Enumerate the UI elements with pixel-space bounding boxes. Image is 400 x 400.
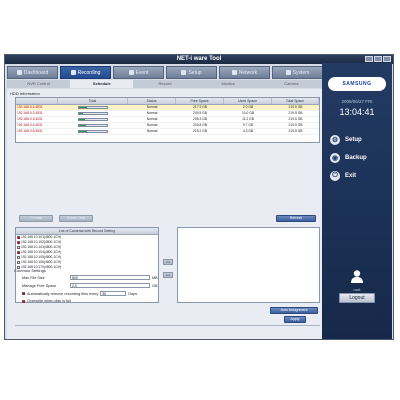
- hdd-used-cell: 9.7 GB: [242, 123, 254, 127]
- window-title: NET-i ware Tool: [5, 55, 393, 64]
- tab-system[interactable]: System: [272, 66, 323, 79]
- auto-assignment-button[interactable]: Auto Assignment: [270, 307, 318, 314]
- network-icon: [231, 70, 237, 75]
- hdd-used-cell: 10.0 GB: [241, 111, 255, 115]
- camera-checkbox[interactable]: [17, 266, 20, 269]
- hdd-total-cell: 219.5 GB: [288, 105, 303, 109]
- main-tabs: Dashboard Recording Event Setup Network …: [7, 66, 323, 79]
- subtab-schedule[interactable]: Schedule: [70, 80, 134, 88]
- camera-checkbox[interactable]: [17, 246, 20, 249]
- hdd-name-cell: 192.168.0.5:4531: [17, 129, 43, 133]
- tab-recording[interactable]: Recording: [60, 66, 111, 79]
- hdd-used-cell: 11.2 GB: [242, 117, 254, 121]
- system-icon: [285, 70, 291, 75]
- hdd-free-cell: 209.5 GB: [193, 111, 207, 115]
- hdd-status-cell: Normal: [146, 105, 158, 109]
- format-button[interactable]: Format: [19, 215, 53, 222]
- table-row[interactable]: 192.168.0.5:4531 Normal 215.2 GB 4.3 GB 219.…: [16, 129, 319, 135]
- assigned-camera-list[interactable]: [177, 227, 320, 303]
- hdd-name-cell: 192.168.0.1:4531: [17, 105, 43, 109]
- hdd-usage-cell: [58, 111, 128, 116]
- camera-checkbox[interactable]: [17, 251, 20, 254]
- hdd-status-cell: Normal: [146, 111, 158, 115]
- subtab-record[interactable]: Record: [133, 80, 196, 88]
- hdd-free-cell: 209.8 GB: [193, 123, 207, 127]
- minimize-button[interactable]: [365, 56, 373, 62]
- camera-checkbox[interactable]: [17, 241, 20, 244]
- add-camera-button[interactable]: >>: [163, 259, 173, 265]
- hdd-table-header: Total Status Free Space Used Space Total…: [16, 98, 319, 105]
- remove-camera-button[interactable]: <<: [163, 272, 173, 278]
- hdd-name-cell: 192.168.0.2:4531: [17, 111, 43, 115]
- main-window: NET-i ware Tool Dashboard Recording Even…: [4, 54, 394, 340]
- hdd-status-cell: Normal: [146, 117, 158, 121]
- hdd-usage-cell: [58, 123, 128, 128]
- tab-network[interactable]: Network: [219, 66, 270, 79]
- camera-checkbox[interactable]: [17, 261, 20, 264]
- hdd-status-cell: Normal: [146, 129, 158, 133]
- hdd-total-cell: 219.5 GB: [288, 129, 303, 133]
- hdd-usage-bar: [78, 117, 108, 121]
- subtab-monitor[interactable]: Monitor: [197, 80, 260, 88]
- hdd-total-cell: 219.5 GB: [288, 123, 303, 127]
- camera-list[interactable]: List of Cameras with Record Setting 192.…: [15, 227, 159, 303]
- subtab-camera[interactable]: Camera: [260, 80, 323, 88]
- list-item[interactable]: 192.168.10.170(4800-1CH): [16, 265, 158, 270]
- hdd-table: Total Status Free Space Used Space Total…: [15, 97, 320, 143]
- maximize-button[interactable]: [374, 56, 382, 62]
- hdd-usage-bar: [78, 123, 108, 127]
- hdd-used-cell: 4.3 GB: [242, 129, 254, 133]
- camera-list-title: List of Cameras with Record Setting: [16, 228, 158, 235]
- camera-checkbox[interactable]: [17, 236, 20, 239]
- apply-button[interactable]: Apply: [284, 316, 306, 323]
- hdd-total-cell: 219.5 GB: [288, 117, 303, 121]
- hdd-usage-bar: [78, 129, 108, 133]
- close-button[interactable]: [383, 56, 391, 62]
- hdd-free-cell: 215.2 GB: [193, 129, 207, 133]
- hdd-usage-cell: [58, 105, 128, 110]
- common-settings-panel: [6, 318, 318, 352]
- hdd-section-label: HDD Information: [10, 91, 40, 96]
- tab-setup[interactable]: Setup: [166, 66, 217, 79]
- tab-event[interactable]: Event: [113, 66, 164, 79]
- setup-icon: [181, 70, 187, 75]
- hdd-total-cell: 219.5 GB: [288, 111, 303, 115]
- recording-icon: [70, 70, 76, 75]
- event-icon: [128, 70, 134, 75]
- hdd-free-cell: 208.3 GB: [193, 117, 207, 121]
- hdd-usage-cell: [58, 117, 128, 122]
- hdd-usage-cell: [58, 129, 128, 134]
- recording-panel: HDD Information Total Status Free Space …: [7, 89, 323, 339]
- refresh-button[interactable]: Refresh: [276, 215, 316, 222]
- hdd-status-cell: Normal: [146, 123, 158, 127]
- hdd-used-cell: 2.0 GB: [242, 105, 254, 109]
- tab-dashboard[interactable]: Dashboard: [7, 66, 58, 79]
- sub-tabs: NVR Control Schedule Record Monitor Came…: [7, 80, 323, 88]
- window-controls: [365, 56, 391, 62]
- hdd-usage-bar: [78, 105, 108, 109]
- subtab-nvr-control[interactable]: NVR Control: [7, 80, 70, 88]
- hdd-name-cell: 192.168.0.4:4531: [17, 123, 43, 127]
- check-disk-button[interactable]: Check Disk: [59, 215, 93, 222]
- hdd-free-cell: 217.5 GB: [193, 105, 207, 109]
- hdd-name-cell: 192.168.0.3:4531: [17, 117, 43, 121]
- hdd-usage-bar: [78, 111, 108, 115]
- camera-label: 192.168.10.170(4800-1CH): [21, 265, 62, 269]
- camera-checkbox[interactable]: [17, 256, 20, 259]
- dashboard-icon: [16, 70, 22, 75]
